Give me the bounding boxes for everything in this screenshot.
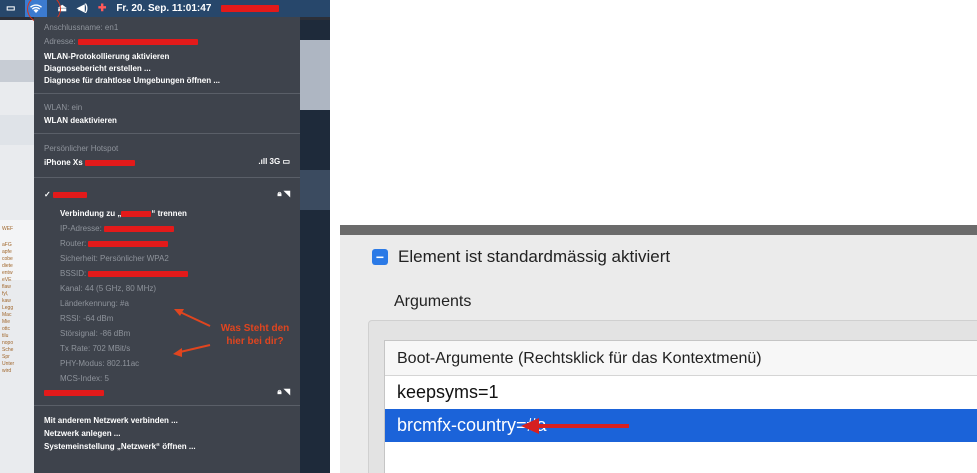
- enabled-by-default-row[interactable]: − Element ist standardmässig aktiviert: [372, 247, 670, 267]
- mixed-checkbox[interactable]: −: [372, 249, 388, 265]
- boot-arguments-screenshot: − Element ist standardmässig aktiviert A…: [340, 225, 977, 473]
- table-header[interactable]: Boot-Argumente (Rechtsklick für das Kont…: [385, 341, 977, 376]
- wifi-menu-screenshot: WEF aFG apfe cobe diete entw eVE flaw fyl, kaw Le…: [0, 0, 330, 473]
- checkbox-label: Element ist standardmässig aktiviert: [398, 247, 671, 266]
- composite-screenshot: WEF aFG apfe cobe diete entw eVE flaw fyl, kaw Le…: [0, 0, 977, 473]
- table-row-selected[interactable]: brcmfx-country=#a: [385, 409, 977, 442]
- annotation-text: Was Steht den hier bei dir?: [220, 323, 290, 347]
- window-top-edge: [340, 225, 977, 235]
- arguments-title: Arguments: [394, 293, 472, 310]
- annotation-arrows: [173, 309, 211, 357]
- arrow-icon: [521, 418, 629, 434]
- boot-args-table[interactable]: Boot-Argumente (Rechtsklick für das Kont…: [384, 340, 977, 473]
- table-row[interactable]: keepsyms=1: [385, 376, 977, 409]
